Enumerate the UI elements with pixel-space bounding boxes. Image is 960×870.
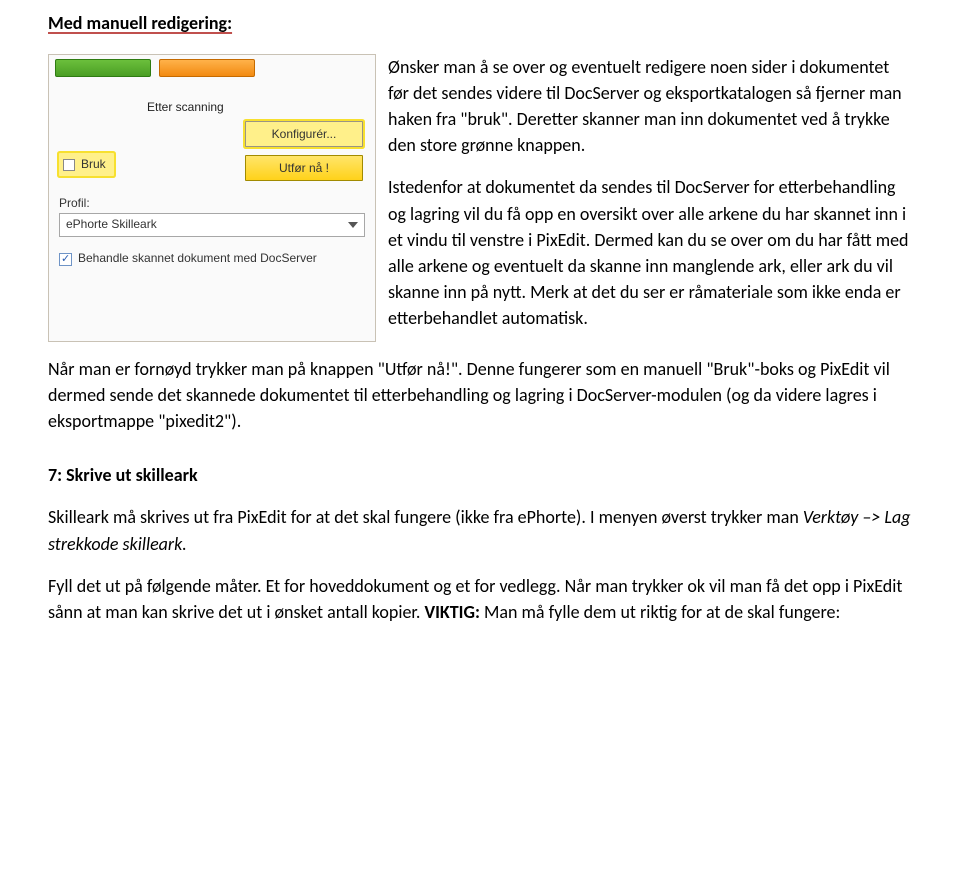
- paragraph-4: Skilleark må skrives ut fra PixEdit for …: [48, 504, 912, 556]
- execute-now-button[interactable]: Utfør nå !: [245, 155, 363, 181]
- content-row: Etter scanning Konfigurér... Utfør nå ! …: [48, 54, 912, 342]
- paragraph-2: Istedenfor at dokumentet da sendes til D…: [388, 174, 912, 331]
- use-checkbox[interactable]: [63, 159, 75, 171]
- pixedit-panel: Etter scanning Konfigurér... Utfør nå ! …: [48, 54, 376, 342]
- use-checkbox-label: Bruk: [81, 156, 106, 173]
- configure-button[interactable]: Konfigurér...: [245, 121, 363, 147]
- profile-select[interactable]: ePhorte Skilleark: [59, 213, 365, 237]
- chevron-down-icon: [348, 222, 358, 228]
- scan-button[interactable]: [55, 59, 151, 77]
- docserver-checkbox[interactable]: ✓: [59, 253, 72, 266]
- important-label: VIKTIG:: [424, 601, 479, 623]
- profile-label: Profil:: [59, 195, 90, 212]
- paragraph-3: Når man er fornøyd trykker man på knappe…: [48, 356, 912, 434]
- text-column: Ønsker man å se over og eventuelt redige…: [388, 54, 912, 342]
- paragraph-1: Ønsker man å se over og eventuelt redige…: [388, 54, 912, 158]
- use-checkbox-group[interactable]: Bruk: [59, 153, 114, 176]
- paragraph-5-tail: Man må fylle dem ut riktig for at de ska…: [480, 601, 840, 623]
- orange-button[interactable]: [159, 59, 255, 77]
- docserver-checkbox-group[interactable]: ✓ Behandle skannet dokument med DocServe…: [59, 251, 338, 266]
- paragraph-5: Fyll det ut på følgende måter. Et for ho…: [48, 573, 912, 625]
- profile-select-value: ePhorte Skilleark: [66, 216, 157, 233]
- heading-section-7: 7: Skrive ut skilleark: [48, 462, 912, 488]
- docserver-checkbox-label: Behandle skannet dokument med DocServer: [78, 251, 338, 266]
- label-after-scanning: Etter scanning: [147, 99, 224, 116]
- check-icon: ✓: [61, 252, 70, 268]
- heading-manual-edit: Med manuell redigering:: [48, 10, 912, 36]
- paragraph-4-lead: Skilleark må skrives ut fra PixEdit for …: [48, 506, 803, 528]
- screenshot-column: Etter scanning Konfigurér... Utfør nå ! …: [48, 54, 376, 342]
- toolbar-top: [49, 59, 375, 85]
